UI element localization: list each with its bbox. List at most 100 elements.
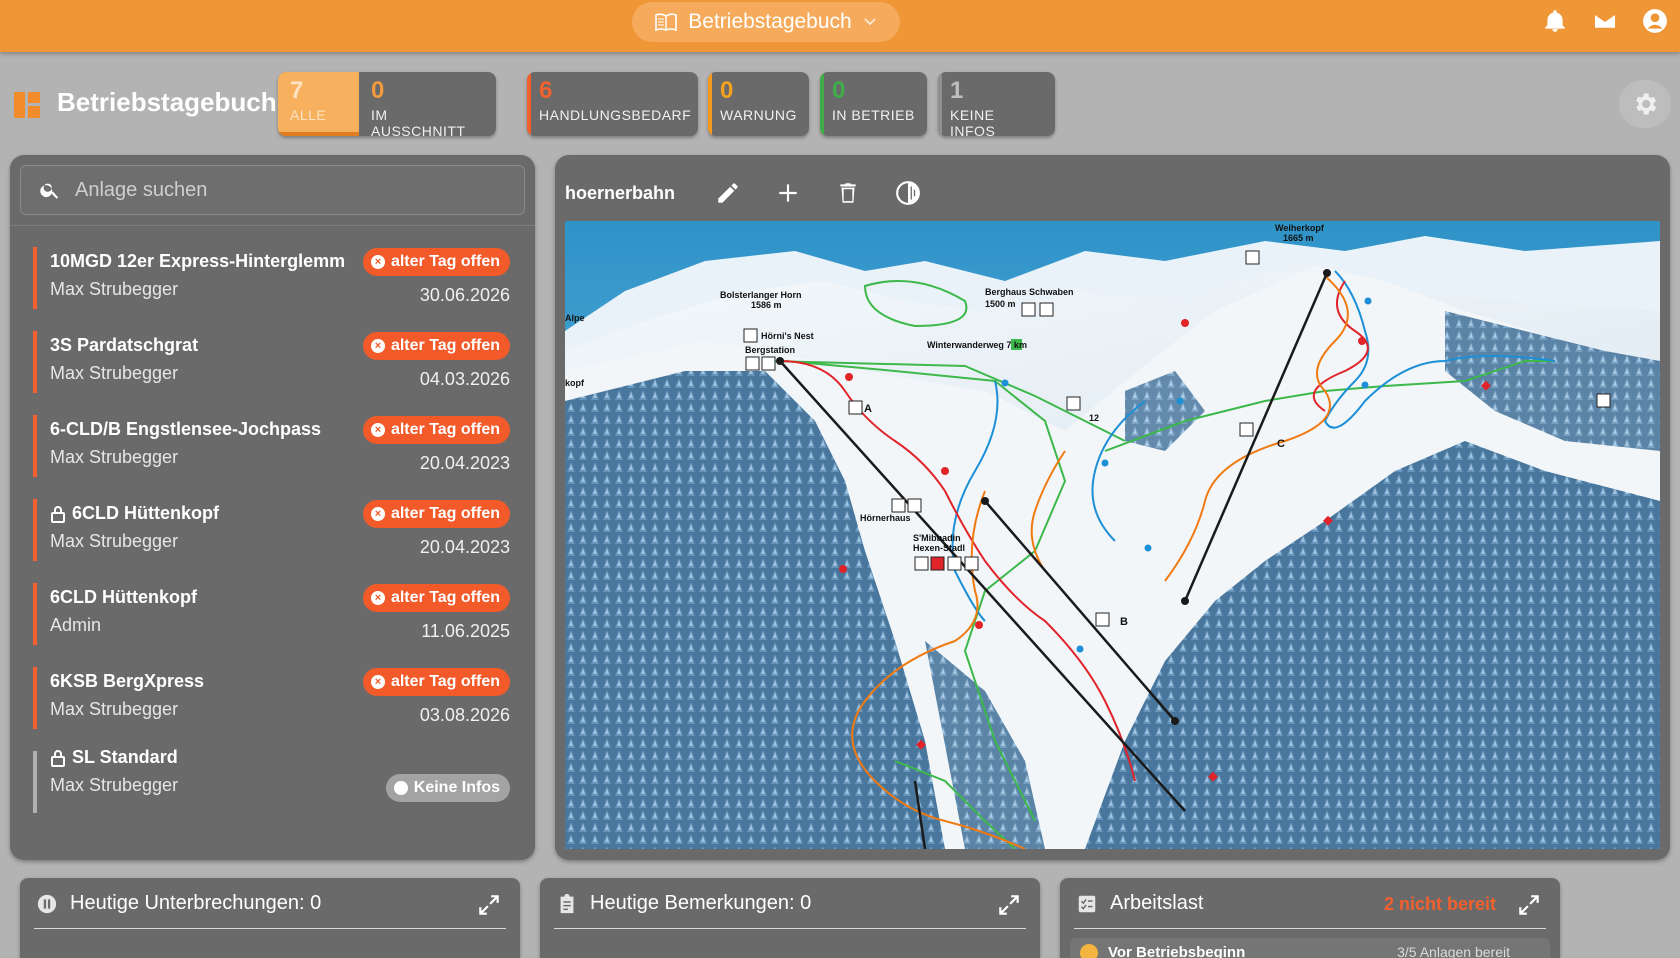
list-item[interactable]: 3S Pardatschgrat Max Strubegger × alter T… (10, 321, 535, 405)
close-circle-icon: × (370, 507, 385, 521)
facility-name: 3S Pardatschgrat (50, 335, 199, 355)
app-switcher-button[interactable]: Betriebstagebuch (632, 2, 900, 42)
map-label-run-12: 12 (1089, 413, 1099, 423)
edit-map-button[interactable] (711, 176, 745, 210)
facility-name: SL Standard (50, 747, 178, 768)
map-label-lift-c: C (1277, 438, 1285, 450)
stat-ausschnitt-label: IM AUSSCHNITT (371, 107, 466, 136)
stat-filter-handlungsbedarf[interactable]: 6 HANDLUNGSBEDARF (527, 72, 698, 136)
map-panel: hoernerbahn Weiherkopf 1665 m Bolsterlan… (555, 155, 1670, 860)
card-title: Heutige Unterbrechungen: 0 (70, 892, 322, 914)
stat-group-scope: 7 ALLE 0 IM AUSSCHNITT (278, 72, 496, 136)
close-circle-icon: × (370, 255, 385, 269)
map-label-berghaus: Berghaus Schwaben (985, 287, 1074, 297)
map-label-weiherkopf-alt: 1665 m (1283, 233, 1314, 243)
card-title: Arbeitslast (1110, 892, 1204, 914)
expand-icon (479, 895, 499, 915)
search-box (20, 165, 525, 215)
status-badge: × alter Tag offen (362, 332, 510, 360)
contrast-toggle-button[interactable] (891, 176, 925, 210)
mail-button[interactable] (1592, 8, 1618, 34)
stat-in-betrieb-label: IN BETRIEB (832, 107, 915, 123)
account-button[interactable] (1642, 8, 1668, 34)
notifications-button[interactable] (1542, 8, 1568, 34)
close-circle-icon: × (370, 339, 385, 353)
list-item[interactable]: 6CLD Hüttenkopf Max Strubegger × alter Ta… (10, 489, 535, 573)
chevron-down-icon (864, 18, 876, 26)
divider (1074, 928, 1546, 929)
expand-icon (999, 895, 1019, 915)
list-item[interactable]: SL Standard Max Strubegger Keine Infos (10, 741, 535, 825)
map-label-lift-b: B (1120, 616, 1128, 628)
plus-icon (779, 184, 797, 202)
delete-button[interactable] (831, 176, 865, 210)
stat-filter-warnung[interactable]: 0 WARNUNG (708, 72, 809, 136)
status-accent-bar (33, 499, 37, 561)
facility-date: 03.08.2026 (419, 705, 510, 725)
facility-user: Max Strubegger (50, 775, 179, 795)
map-name: hoernerbahn (565, 182, 676, 203)
add-button[interactable] (771, 176, 805, 210)
map-label-mibbadin: S'Mibbadin (913, 533, 961, 543)
stat-keine-infos-label: KEINE INFOS (950, 107, 996, 136)
map-label-bolster: Bolsterlanger Horn (720, 290, 802, 300)
stat-filter-keine-infos[interactable]: 1 KEINE INFOS (938, 72, 1055, 136)
clipboard-icon (560, 893, 574, 913)
close-circle-icon: × (370, 591, 385, 605)
status-badge: × alter Tag offen (362, 416, 510, 444)
lock-icon (51, 505, 65, 523)
circle-icon (393, 781, 408, 795)
top-app-bar: Betriebstagebuch (0, 0, 1680, 52)
facility-date: 20.04.2023 (419, 453, 510, 473)
card-bemerkungen: Heutige Bemerkungen: 0 (540, 878, 1040, 958)
workload-row-info: 3/5 Anlagen bereit (1397, 944, 1510, 958)
stat-warnung-label: WARNUNG (720, 107, 797, 123)
map-label-winterweg: Winterwanderweg 7 km (927, 340, 1027, 350)
map-label-hoernerhaus: Hörnerhaus (860, 513, 911, 523)
stat-filter-in-betrieb[interactable]: 0 IN BETRIEB (820, 72, 927, 136)
facility-user: Max Strubegger (50, 699, 179, 719)
lock-icon (51, 749, 65, 767)
list-item[interactable]: 6-CLD/B Engstlensee-Jochpass Max Strubeg… (10, 405, 535, 489)
stat-filter-alle[interactable]: 7 ALLE (278, 72, 359, 136)
not-ready-warning: 2 nicht bereit (1383, 894, 1496, 914)
pencil-icon (718, 183, 738, 203)
list-item[interactable]: 6CLD Hüttenkopf Admin × alter Tag offen 1… (10, 573, 535, 657)
stat-in-betrieb-count: 0 (832, 77, 846, 104)
map-label-hexen: Hexen-Stadl (913, 543, 965, 553)
facility-list-panel: 10MGD 12er Express-Hinterglemm Max Strub… (10, 155, 535, 860)
sun-icon (1080, 944, 1098, 958)
workload-row-label: Vor Betriebsbeginn (1108, 944, 1246, 958)
stat-ausschnitt-count: 0 (371, 77, 385, 104)
search-icon (40, 183, 59, 199)
card-unterbrechungen: Heutige Unterbrechungen: 0 (20, 878, 520, 958)
list-item[interactable]: 6KSB BergXpress Max Strubegger × alter Ta… (10, 657, 535, 741)
book-icon (655, 13, 678, 32)
app-switcher-label: Betriebstagebuch (688, 10, 852, 33)
stat-handlungsbedarf-label: HANDLUNGSBEDARF (539, 107, 692, 123)
bell-icon (1545, 10, 1565, 32)
expand-button[interactable] (476, 892, 502, 918)
status-accent-bar (33, 583, 37, 645)
stat-filter-ausschnitt[interactable]: 0 IM AUSSCHNITT (359, 72, 496, 137)
facility-user: Admin (50, 615, 102, 635)
status-badge: Keine Infos (385, 774, 510, 802)
expand-button[interactable] (996, 892, 1022, 918)
piste-map-illustration: Weiherkopf 1665 m Bolsterlanger Horn 158… (565, 221, 1660, 849)
settings-button[interactable] (1619, 80, 1671, 128)
mail-icon (1593, 12, 1617, 30)
trash-icon (840, 183, 856, 203)
facility-name: 6CLD Hüttenkopf (50, 503, 219, 524)
facility-date: 30.06.2026 (419, 285, 510, 305)
divider (10, 225, 535, 226)
search-input[interactable] (75, 178, 495, 202)
facility-list: 10MGD 12er Express-Hinterglemm Max Strub… (10, 237, 535, 825)
status-badge: × alter Tag offen (362, 668, 510, 696)
list-item[interactable]: 10MGD 12er Express-Hinterglemm Max Strub… (10, 237, 535, 321)
facility-user: Max Strubegger (50, 363, 179, 383)
facility-user: Max Strubegger (50, 447, 179, 467)
expand-button[interactable] (1516, 892, 1542, 918)
workload-row-vor-betriebsbeginn[interactable]: Vor Betriebsbeginn 3/5 Anlagen bereit (1070, 938, 1550, 958)
ski-resort-map[interactable]: Weiherkopf 1665 m Bolsterlanger Horn 158… (565, 221, 1660, 849)
map-label-weiherkopf: Weiherkopf (1275, 223, 1325, 233)
